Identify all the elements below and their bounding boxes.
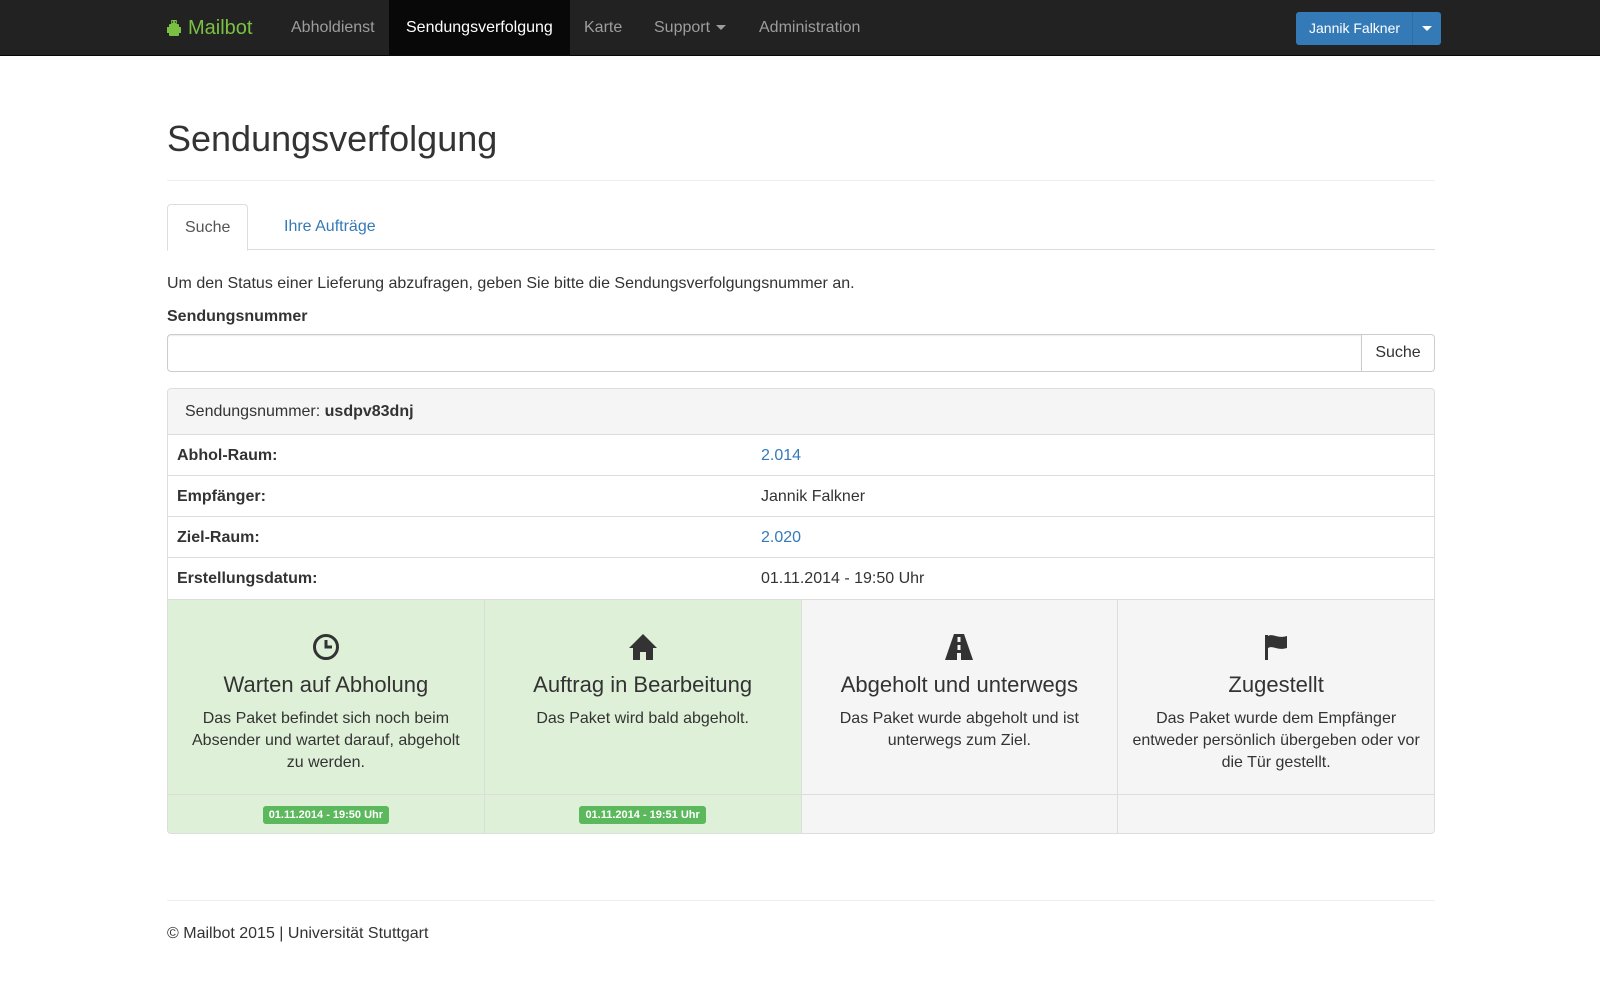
nav-abholdienst[interactable]: Abholdienst bbox=[274, 0, 392, 56]
step-title: Zugestellt bbox=[1228, 672, 1324, 697]
row-key: Erstellungsdatum: bbox=[177, 570, 318, 587]
flag-icon bbox=[1265, 635, 1288, 660]
step-waiting: Warten auf Abholung Das Paket befindet s… bbox=[168, 600, 485, 833]
shipment-number: usdpv83dnj bbox=[324, 403, 414, 420]
tab-suche[interactable]: Suche bbox=[167, 204, 249, 251]
status-steps: Warten auf Abholung Das Paket befindet s… bbox=[168, 599, 1434, 833]
top-navbar: Mailbot Abholdienst Sendungsverfolgung K… bbox=[0, 0, 1600, 56]
target-room-link[interactable]: 2.020 bbox=[761, 517, 801, 558]
nav-label: Karte bbox=[584, 19, 623, 36]
step-delivered: Zugestellt Das Paket wurde dem Empfänger… bbox=[1118, 600, 1434, 833]
caret-down-icon bbox=[1422, 26, 1433, 31]
step-processing: Auftrag in Bearbeitung Das Paket wird ba… bbox=[484, 600, 802, 833]
user-menu: Jannik Falkner bbox=[1296, 12, 1442, 45]
nav-sendungsverfolgung[interactable]: Sendungsverfolgung bbox=[389, 0, 570, 56]
nav-label: Sendungsverfolgung bbox=[406, 19, 553, 36]
tab-bar: Suche Ihre Aufträge bbox=[167, 204, 1435, 251]
clock-icon bbox=[312, 634, 339, 660]
divider bbox=[167, 180, 1435, 181]
table-row: Abhol-Raum: 2.014 bbox=[168, 435, 1434, 476]
nav-administration[interactable]: Administration bbox=[742, 0, 877, 56]
step-description: Das Paket wird bald abgeholt. bbox=[536, 710, 749, 727]
tab-ihre-auftraege[interactable]: Ihre Aufträge bbox=[267, 204, 393, 250]
nav-karte[interactable]: Karte bbox=[567, 0, 639, 56]
row-key: Empfänger: bbox=[177, 488, 266, 505]
recipient-value: Jannik Falkner bbox=[761, 488, 866, 505]
row-key: Ziel-Raum: bbox=[177, 529, 260, 546]
footer-text: © Mailbot 2015 | Universität Stuttgart bbox=[167, 925, 429, 942]
robot-icon bbox=[167, 20, 181, 36]
caret-down-icon bbox=[716, 25, 727, 31]
shipment-heading: Sendungsnummer: usdpv83dnj bbox=[168, 389, 1434, 435]
timestamp-badge: 01.11.2014 - 19:50 Uhr bbox=[262, 806, 390, 824]
user-dropdown-toggle[interactable] bbox=[1413, 12, 1442, 45]
pickup-room-link[interactable]: 2.014 bbox=[761, 435, 801, 476]
search-button[interactable]: Suche bbox=[1362, 334, 1435, 372]
page-title: Sendungsverfolgung bbox=[167, 118, 498, 159]
step-description: Das Paket wurde dem Empfänger entweder p… bbox=[1132, 710, 1420, 771]
timestamp-badge: 01.11.2014 - 19:51 Uhr bbox=[579, 806, 706, 824]
row-key: Abhol-Raum: bbox=[177, 447, 278, 464]
intro-text: Um den Status einer Lieferung abzufragen… bbox=[167, 275, 855, 292]
user-button[interactable]: Jannik Falkner bbox=[1296, 12, 1414, 45]
table-row: Erstellungsdatum: 01.11.2014 - 19:50 Uhr bbox=[168, 558, 1434, 599]
nav-label: Support bbox=[654, 19, 711, 36]
step-title: Abgeholt und unterwegs bbox=[840, 672, 1079, 697]
table-row: Ziel-Raum: 2.020 bbox=[168, 517, 1434, 558]
shipment-heading-label: Sendungsnummer: bbox=[185, 403, 321, 420]
table-row: Empfänger: Jannik Falkner bbox=[168, 476, 1434, 517]
road-icon bbox=[945, 634, 974, 660]
nav-label: Administration bbox=[759, 19, 861, 36]
brand-name: Mailbot bbox=[188, 16, 253, 39]
tracking-number-label: Sendungsnummer bbox=[167, 308, 308, 325]
step-in-transit: Abgeholt und unterwegs Das Paket wurde a… bbox=[801, 600, 1119, 833]
search-group: Suche bbox=[167, 334, 1435, 372]
step-title: Auftrag in Bearbeitung bbox=[533, 672, 753, 697]
nav-support-dropdown[interactable]: Support bbox=[637, 0, 743, 56]
step-description: Das Paket wurde abgeholt und ist unterwe… bbox=[839, 710, 1079, 749]
brand-link[interactable]: Mailbot bbox=[166, 0, 252, 56]
step-title: Warten auf Abholung bbox=[223, 672, 429, 697]
step-description: Das Paket befindet sich noch beim Absend… bbox=[192, 710, 460, 771]
divider bbox=[167, 900, 1435, 901]
nav-label: Abholdienst bbox=[291, 19, 375, 36]
home-icon bbox=[628, 634, 657, 660]
tracking-number-input[interactable] bbox=[167, 334, 1362, 372]
shipment-panel: Sendungsnummer: usdpv83dnj Abhol-Raum: 2… bbox=[167, 388, 1435, 834]
created-date-value: 01.11.2014 - 19:50 Uhr bbox=[761, 570, 925, 587]
